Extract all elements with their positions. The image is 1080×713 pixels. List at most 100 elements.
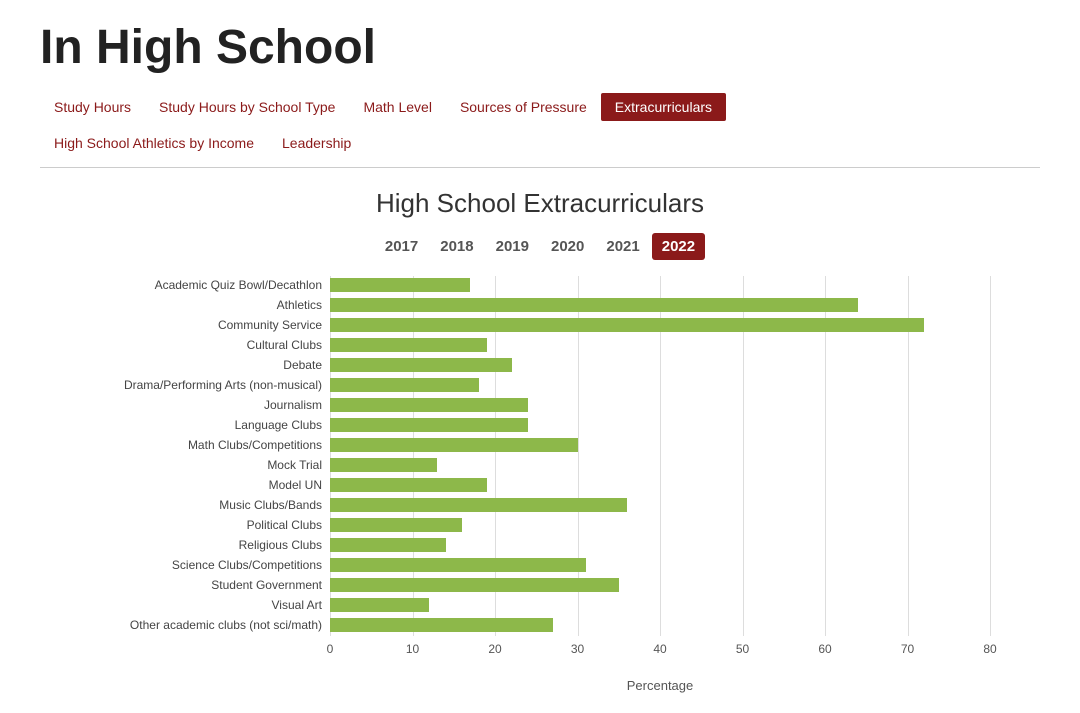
bar-label: Math Clubs/Competitions bbox=[90, 438, 330, 452]
bar-label: Athletics bbox=[90, 298, 330, 312]
bar-row: Visual Art bbox=[90, 596, 990, 614]
chart-container: High School Extracurriculars 20172018201… bbox=[90, 188, 990, 693]
bar-row: Community Service bbox=[90, 316, 990, 334]
year-label-2017[interactable]: 2017 bbox=[375, 233, 428, 260]
bar-row: Model UN bbox=[90, 476, 990, 494]
year-label-2019[interactable]: 2019 bbox=[486, 233, 539, 260]
bar-fill bbox=[330, 378, 479, 392]
x-tick: 80 bbox=[983, 642, 996, 656]
bar-area bbox=[330, 478, 990, 492]
bar-row: Student Government bbox=[90, 576, 990, 594]
nav-item-athletics-by-income[interactable]: High School Athletics by Income bbox=[40, 129, 268, 157]
bar-area bbox=[330, 338, 990, 352]
year-label-2020[interactable]: 2020 bbox=[541, 233, 594, 260]
bar-label: Mock Trial bbox=[90, 458, 330, 472]
bar-fill bbox=[330, 458, 437, 472]
bar-row: Political Clubs bbox=[90, 516, 990, 534]
navigation: Study HoursStudy Hours by School TypeMat… bbox=[40, 93, 1040, 168]
x-axis-label: Percentage bbox=[330, 678, 990, 693]
bar-row: Drama/Performing Arts (non-musical) bbox=[90, 376, 990, 394]
bar-area bbox=[330, 598, 990, 612]
bar-area bbox=[330, 558, 990, 572]
x-tick: 70 bbox=[901, 642, 914, 656]
bar-label: Language Clubs bbox=[90, 418, 330, 432]
bar-area bbox=[330, 518, 990, 532]
bar-fill bbox=[330, 498, 627, 512]
bar-fill bbox=[330, 518, 462, 532]
bar-area bbox=[330, 578, 990, 592]
nav-item-extracurriculars[interactable]: Extracurriculars bbox=[601, 93, 726, 121]
bar-row: Music Clubs/Bands bbox=[90, 496, 990, 514]
bar-row: Debate bbox=[90, 356, 990, 374]
bar-fill bbox=[330, 558, 586, 572]
bar-label: Drama/Performing Arts (non-musical) bbox=[90, 378, 330, 392]
bar-label: Journalism bbox=[90, 398, 330, 412]
bar-area bbox=[330, 618, 990, 632]
bar-area bbox=[330, 318, 990, 332]
bar-area bbox=[330, 498, 990, 512]
bar-fill bbox=[330, 358, 512, 372]
year-legend: 201720182019202020212022 bbox=[90, 233, 990, 260]
x-tick: 10 bbox=[406, 642, 419, 656]
bar-row: Journalism bbox=[90, 396, 990, 414]
bar-row: Other academic clubs (not sci/math) bbox=[90, 616, 990, 634]
bar-label: Religious Clubs bbox=[90, 538, 330, 552]
chart-title: High School Extracurriculars bbox=[90, 188, 990, 219]
x-tick: 60 bbox=[818, 642, 831, 656]
bar-label: Cultural Clubs bbox=[90, 338, 330, 352]
x-tick: 50 bbox=[736, 642, 749, 656]
nav-item-math-level[interactable]: Math Level bbox=[349, 93, 445, 121]
bar-fill bbox=[330, 298, 858, 312]
year-label-2022[interactable]: 2022 bbox=[652, 233, 705, 260]
bar-area bbox=[330, 398, 990, 412]
bar-label: Community Service bbox=[90, 318, 330, 332]
bar-row: Language Clubs bbox=[90, 416, 990, 434]
bar-area bbox=[330, 538, 990, 552]
bar-area bbox=[330, 378, 990, 392]
bar-area bbox=[330, 438, 990, 452]
bar-row: Science Clubs/Competitions bbox=[90, 556, 990, 574]
x-tick: 0 bbox=[327, 642, 334, 656]
bar-area bbox=[330, 358, 990, 372]
bar-row: Math Clubs/Competitions bbox=[90, 436, 990, 454]
x-tick: 40 bbox=[653, 642, 666, 656]
bar-fill bbox=[330, 418, 528, 432]
bar-label: Political Clubs bbox=[90, 518, 330, 532]
bar-label: Student Government bbox=[90, 578, 330, 592]
bar-fill bbox=[330, 318, 924, 332]
bar-fill bbox=[330, 618, 553, 632]
bar-fill bbox=[330, 398, 528, 412]
bar-label: Debate bbox=[90, 358, 330, 372]
bar-fill bbox=[330, 538, 446, 552]
bar-area bbox=[330, 418, 990, 432]
bar-row: Academic Quiz Bowl/Decathlon bbox=[90, 276, 990, 294]
bar-area bbox=[330, 458, 990, 472]
x-tick: 30 bbox=[571, 642, 584, 656]
year-label-2021[interactable]: 2021 bbox=[596, 233, 649, 260]
page-title: In High School bbox=[40, 20, 1040, 75]
bar-fill bbox=[330, 578, 619, 592]
nav-item-study-hours[interactable]: Study Hours bbox=[40, 93, 145, 121]
bar-row: Athletics bbox=[90, 296, 990, 314]
bar-label: Other academic clubs (not sci/math) bbox=[90, 618, 330, 632]
bar-fill bbox=[330, 438, 578, 452]
year-label-2018[interactable]: 2018 bbox=[430, 233, 483, 260]
bar-row: Religious Clubs bbox=[90, 536, 990, 554]
bar-fill bbox=[330, 598, 429, 612]
bars-and-grid: Academic Quiz Bowl/Decathlon Athletics Com… bbox=[90, 276, 990, 636]
bar-area bbox=[330, 298, 990, 312]
bars-container: Academic Quiz Bowl/Decathlon Athletics Com… bbox=[90, 276, 990, 636]
nav-item-leadership[interactable]: Leadership bbox=[268, 129, 365, 157]
bar-label: Music Clubs/Bands bbox=[90, 498, 330, 512]
bar-fill bbox=[330, 478, 487, 492]
bar-fill bbox=[330, 338, 487, 352]
nav-item-sources-of-pressure[interactable]: Sources of Pressure bbox=[446, 93, 601, 121]
bar-row: Cultural Clubs bbox=[90, 336, 990, 354]
bar-label: Model UN bbox=[90, 478, 330, 492]
x-axis: 01020304050607080 bbox=[90, 642, 990, 662]
grid-line bbox=[990, 276, 991, 636]
nav-item-study-hours-school-type[interactable]: Study Hours by School Type bbox=[145, 93, 349, 121]
bar-label: Visual Art bbox=[90, 598, 330, 612]
bar-fill bbox=[330, 278, 470, 292]
bar-label: Academic Quiz Bowl/Decathlon bbox=[90, 278, 330, 292]
